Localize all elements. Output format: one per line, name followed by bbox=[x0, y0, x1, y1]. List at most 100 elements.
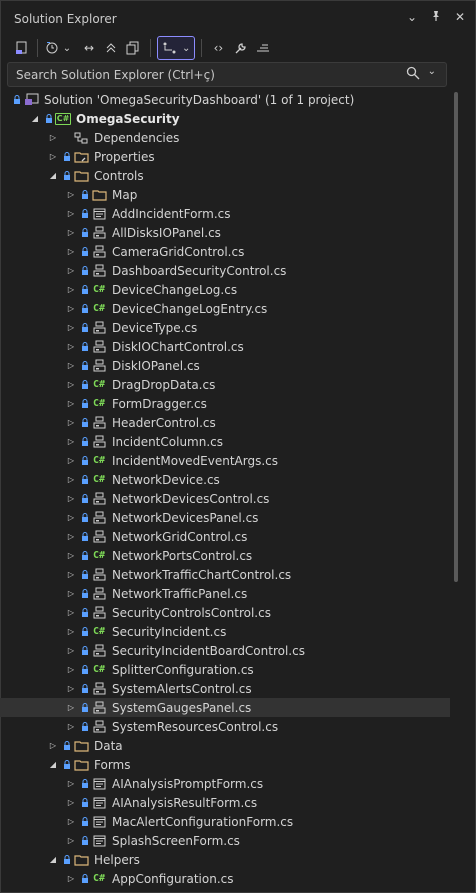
tree-item[interactable]: ▷ HeaderControl.cs bbox=[0, 413, 450, 432]
tree-item[interactable]: ▷ NetworkDevicesControl.cs bbox=[0, 489, 450, 508]
collapsed-chevron-icon[interactable]: ▷ bbox=[66, 608, 76, 618]
collapsed-chevron-icon[interactable]: ▷ bbox=[66, 361, 76, 371]
collapsed-chevron-icon[interactable]: ▷ bbox=[66, 209, 76, 219]
collapsed-chevron-icon[interactable]: ▷ bbox=[48, 152, 58, 162]
tree-item[interactable]: ▷ C# IncidentMovedEventArgs.cs bbox=[0, 451, 450, 470]
collapsed-chevron-icon[interactable]: ▷ bbox=[66, 418, 76, 428]
tree-item[interactable]: ▷ C# SplitterConfiguration.cs bbox=[0, 660, 450, 679]
sync-with-active-document-icon[interactable] bbox=[13, 37, 31, 59]
filter-toggle-icon[interactable]: ⌄ bbox=[157, 36, 196, 60]
expanded-chevron-icon[interactable]: ◢ bbox=[48, 171, 58, 181]
collapsed-chevron-icon[interactable]: ▷ bbox=[66, 779, 76, 789]
collapsed-chevron-icon[interactable]: ▷ bbox=[66, 684, 76, 694]
tree-item[interactable]: ▷ NetworkTrafficChartControl.cs bbox=[0, 565, 450, 584]
collapsed-chevron-icon[interactable]: ▷ bbox=[66, 703, 76, 713]
collapsed-chevron-icon[interactable]: ▷ bbox=[66, 266, 76, 276]
collapsed-chevron-icon[interactable]: ▷ bbox=[66, 399, 76, 409]
collapsed-chevron-icon[interactable]: ▷ bbox=[66, 646, 76, 656]
tree-item[interactable]: ▷ CameraGridControl.cs bbox=[0, 242, 450, 261]
collapsed-chevron-icon[interactable]: ▷ bbox=[66, 836, 76, 846]
tree-item[interactable]: ▷ DashboardSecurityControl.cs bbox=[0, 261, 450, 280]
tree-item[interactable]: ▷ C# NetworkPortsControl.cs bbox=[0, 546, 450, 565]
tree-item[interactable]: ▷ SplashScreenForm.cs bbox=[0, 831, 450, 850]
tree-item[interactable]: ▷ AddIncidentForm.cs bbox=[0, 204, 450, 223]
tree-item[interactable]: ▷ C# SecurityIncident.cs bbox=[0, 622, 450, 641]
collapsed-chevron-icon[interactable]: ▷ bbox=[66, 190, 76, 200]
collapsed-chevron-icon[interactable]: ▷ bbox=[48, 741, 58, 751]
collapsed-chevron-icon[interactable]: ▷ bbox=[66, 722, 76, 732]
tree-item[interactable]: ◢ C# OmegaSecurity bbox=[0, 109, 450, 128]
collapsed-chevron-icon[interactable]: ▷ bbox=[66, 817, 76, 827]
expanded-chevron-icon[interactable]: ◢ bbox=[48, 855, 58, 865]
expanded-chevron-icon[interactable]: ◢ bbox=[48, 760, 58, 770]
collapsed-chevron-icon[interactable]: ▷ bbox=[66, 513, 76, 523]
tree-item[interactable]: ▷ Data bbox=[0, 736, 450, 755]
collapsed-chevron-icon[interactable]: ▷ bbox=[66, 285, 76, 295]
tree-item[interactable]: ▷ C# FormDragger.cs bbox=[0, 394, 450, 413]
search-input[interactable]: Search Solution Explorer (Ctrl+ç) ⌄ bbox=[7, 62, 447, 87]
tree-item[interactable]: ▷ AIAnalysisResultForm.cs bbox=[0, 793, 450, 812]
tree-item[interactable]: ▷ NetworkTrafficPanel.cs bbox=[0, 584, 450, 603]
collapsed-chevron-icon[interactable]: ▷ bbox=[66, 437, 76, 447]
collapsed-chevron-icon[interactable]: ▷ bbox=[66, 323, 76, 333]
preview-selected-items-icon[interactable] bbox=[252, 37, 274, 59]
tree-item[interactable]: ▷ C# AppConfiguration.cs bbox=[0, 869, 450, 888]
collapsed-chevron-icon[interactable]: ▷ bbox=[66, 247, 76, 257]
tree-item[interactable]: ▷ SecurityControlsControl.cs bbox=[0, 603, 450, 622]
code-view-icon[interactable]: ‹› bbox=[208, 37, 228, 59]
tree-item[interactable]: ▷ MacAlertConfigurationForm.cs bbox=[0, 812, 450, 831]
tree-item[interactable]: ▷ Map bbox=[0, 185, 450, 204]
collapsed-chevron-icon[interactable]: ▷ bbox=[66, 570, 76, 580]
search-options-chevron-icon[interactable]: ⌄ bbox=[428, 66, 436, 83]
pending-changes-filter-icon[interactable] bbox=[44, 37, 60, 59]
collapsed-chevron-icon[interactable]: ▷ bbox=[66, 304, 76, 314]
dropdown-icon[interactable]: ⌄ bbox=[60, 37, 74, 59]
tree-item[interactable]: ◢ Controls bbox=[0, 166, 450, 185]
tree-item[interactable]: ▷ SystemAlertsControl.cs bbox=[0, 679, 450, 698]
tree-item[interactable]: ▷ AIAnalysisPromptForm.cs bbox=[0, 774, 450, 793]
collapsed-chevron-icon[interactable]: ▷ bbox=[66, 342, 76, 352]
search-icon[interactable] bbox=[406, 66, 420, 83]
scrollbar-thumb[interactable] bbox=[454, 92, 458, 582]
collapsed-chevron-icon[interactable]: ▷ bbox=[66, 627, 76, 637]
collapsed-chevron-icon[interactable]: ▷ bbox=[66, 551, 76, 561]
collapsed-chevron-icon[interactable]: ▷ bbox=[66, 456, 76, 466]
tree-item[interactable]: ▷ Properties bbox=[0, 147, 450, 166]
collapse-all-icon[interactable] bbox=[100, 37, 122, 59]
expanded-chevron-icon[interactable]: ◢ bbox=[30, 114, 40, 124]
tree-item[interactable]: ▷ DeviceType.cs bbox=[0, 318, 450, 337]
tree-item[interactable]: ▷ SystemGaugesPanel.cs bbox=[0, 698, 450, 717]
close-icon[interactable]: ✕ bbox=[453, 10, 467, 25]
tree-item[interactable]: ▷ SystemResourcesControl.cs bbox=[0, 717, 450, 736]
tree-item[interactable]: ▷ C# DragDropData.cs bbox=[0, 375, 450, 394]
collapsed-chevron-icon[interactable]: ▷ bbox=[66, 228, 76, 238]
sync-icon[interactable]: ↔ bbox=[78, 37, 100, 59]
collapsed-chevron-icon[interactable]: ▷ bbox=[66, 874, 76, 884]
tree-item[interactable]: ▷ SecurityIncidentBoardControl.cs bbox=[0, 641, 450, 660]
collapsed-chevron-icon[interactable]: ▷ bbox=[48, 133, 58, 143]
tree-item[interactable]: ▷ NetworkGridControl.cs bbox=[0, 527, 450, 546]
collapsed-chevron-icon[interactable]: ▷ bbox=[66, 665, 76, 675]
vertical-scrollbar[interactable] bbox=[452, 62, 462, 886]
pin-icon[interactable] bbox=[429, 10, 443, 25]
tree-item[interactable]: Solution 'OmegaSecurityDashboard' (1 of … bbox=[0, 90, 450, 109]
chevron-down-icon[interactable]: ⌄ bbox=[405, 10, 419, 25]
switch-views-icon[interactable] bbox=[122, 37, 144, 59]
collapsed-chevron-icon[interactable]: ▷ bbox=[66, 798, 76, 808]
tree-item[interactable]: ▷ DiskIOChartControl.cs bbox=[0, 337, 450, 356]
tree-item[interactable]: ▷ C# DeviceChangeLogEntry.cs bbox=[0, 299, 450, 318]
collapsed-chevron-icon[interactable]: ▷ bbox=[66, 380, 76, 390]
tree-item[interactable]: ▷ Dependencies bbox=[0, 128, 450, 147]
tree-item[interactable]: ▷ AllDisksIOPanel.cs bbox=[0, 223, 450, 242]
tree-item[interactable]: ▷ NetworkDevicesPanel.cs bbox=[0, 508, 450, 527]
tree-item[interactable]: ▷ C# DeviceChangeLog.cs bbox=[0, 280, 450, 299]
tree-item[interactable]: ◢ Forms bbox=[0, 755, 450, 774]
properties-wrench-icon[interactable] bbox=[228, 37, 252, 59]
collapsed-chevron-icon[interactable]: ▷ bbox=[66, 589, 76, 599]
tree-item[interactable]: ◢ Helpers bbox=[0, 850, 450, 869]
collapsed-chevron-icon[interactable]: ▷ bbox=[66, 494, 76, 504]
collapsed-chevron-icon[interactable]: ▷ bbox=[66, 532, 76, 542]
tree-item[interactable]: ▷ IncidentColumn.cs bbox=[0, 432, 450, 451]
tree-item[interactable]: ▷ C# NetworkDevice.cs bbox=[0, 470, 450, 489]
tree-item[interactable]: ▷ DiskIOPanel.cs bbox=[0, 356, 450, 375]
